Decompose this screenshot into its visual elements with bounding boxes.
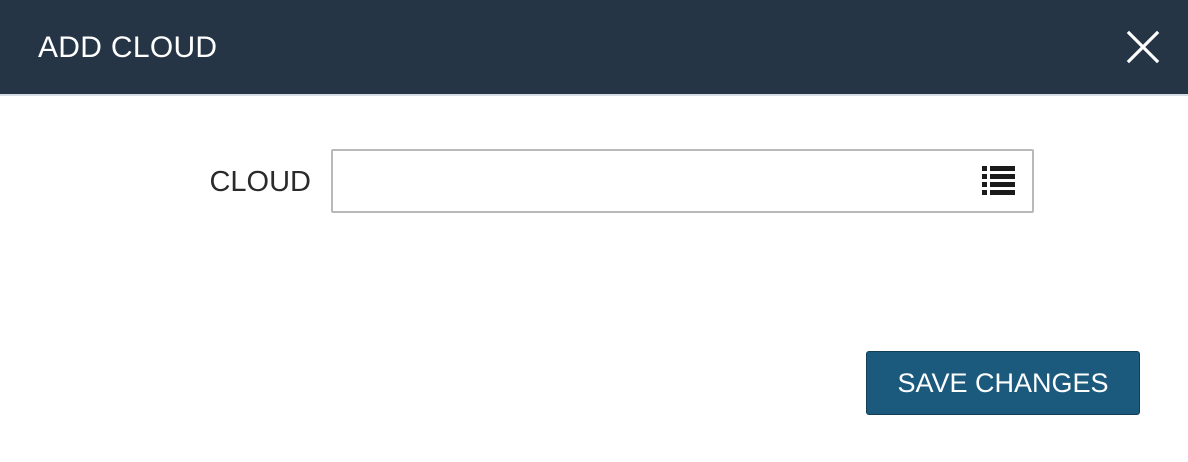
save-changes-button[interactable]: SAVE CHANGES [866, 351, 1140, 415]
dialog-header: ADD CLOUD [0, 0, 1188, 96]
close-icon [1122, 26, 1164, 68]
add-cloud-dialog: ADD CLOUD CLOUD SAVE CHANGES [0, 0, 1188, 462]
cloud-field-label: CLOUD [209, 166, 311, 198]
cloud-select-field[interactable] [331, 149, 1034, 213]
close-button[interactable] [1122, 26, 1164, 68]
dialog-title: ADD CLOUD [38, 31, 218, 64]
list-icon[interactable] [981, 164, 1017, 198]
